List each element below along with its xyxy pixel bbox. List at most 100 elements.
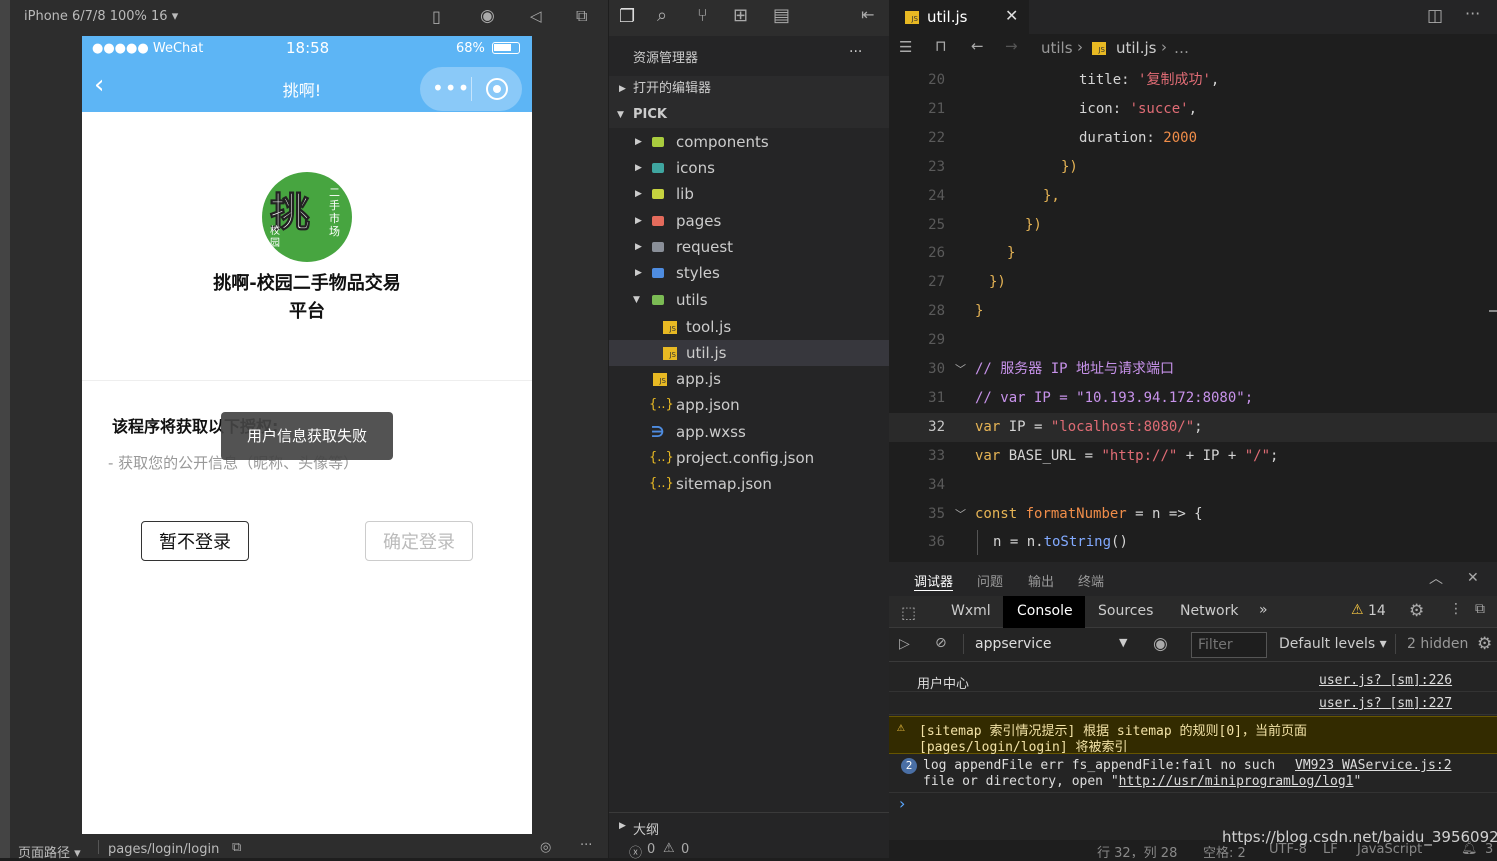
code-line[interactable]: 20 title: '复制成功', [889,66,1497,95]
console-prompt[interactable]: › [899,794,905,813]
code-line[interactable]: 32 var IP = "localhost:8080/"; [889,412,1497,442]
code-line[interactable]: 23}) [889,153,1497,182]
code-line[interactable]: 31 // var IP = "10.193.94.172:8080"; [889,384,1497,413]
cancel-login-button[interactable]: 暂不登录 [141,521,249,561]
tree-item-sitemap-json[interactable]: {..} sitemap.json [609,471,889,497]
tab-sources[interactable]: Sources [1098,603,1153,619]
record-icon[interactable]: ◉ [480,6,495,26]
code-line[interactable]: 22 duration: 2000 [889,124,1497,153]
confirm-login-button[interactable]: 确定登录 [365,521,473,561]
tab-console[interactable]: Console [1017,603,1073,619]
code-area[interactable]: 20 title: '复制成功', 21 icon: 'succe', 22 durati… [889,66,1497,562]
gear-icon[interactable]: ⚙ [1477,634,1492,654]
problems-status[interactable]: ⓧ 0 ⚠ 0 [609,840,889,861]
files-icon[interactable]: ❐ [619,6,635,27]
open-editors-header[interactable]: ▶ 打开的编辑器 [609,76,889,102]
more-icon[interactable]: ··· [580,838,592,853]
project-header[interactable]: ▼ PICK [609,102,889,128]
tab-wxml[interactable]: Wxml [951,603,991,619]
tree-item-app-wxss[interactable]: ∋ app.wxss [609,419,889,445]
extensions-icon[interactable]: ⊞ [733,5,748,26]
warning-count[interactable]: 14 [1368,603,1386,619]
tree-item-styles[interactable]: ▶ styles [609,260,889,286]
git-icon[interactable]: ⑂ [697,5,708,26]
fold-chevron-icon[interactable]: ﹀ [955,355,966,384]
tree-item-lib[interactable]: ▶ lib [609,181,889,207]
fold-chevron-icon[interactable]: ﹀ [955,500,966,529]
code-line[interactable]: 24}, [889,182,1497,211]
tree-item-pages[interactable]: ▶ pages [609,208,889,234]
chevron-down-icon: ▼ [617,110,624,120]
editor-tab[interactable]: JS util.js ✕ [889,0,1029,34]
gear-icon[interactable]: ⚙ [1409,601,1424,621]
code-line[interactable]: 28} [889,297,1497,326]
code-line[interactable]: 33 var BASE_URL = "http://" + IP + "/"; [889,442,1497,471]
code-line[interactable]: 21 icon: 'succe', [889,95,1497,124]
tree-item-icons[interactable]: ▶ icons [609,155,889,181]
log-path-link[interactable]: http://usr/miniprogramLog/log1 [1119,774,1354,789]
search-icon[interactable]: ⌕ [657,5,667,26]
context-select[interactable]: appservice [975,636,1052,652]
kebab-icon[interactable]: ⋮ [1449,601,1463,617]
code-line[interactable]: 27}) [889,268,1497,297]
tab-debugger[interactable]: 调试器 [914,571,954,591]
breadcrumb-folder[interactable]: utils [1041,39,1073,57]
tree-item-app-json[interactable]: {..} app.json [609,392,889,418]
chevron-up-icon[interactable]: ︿ [1429,568,1443,588]
close-icon[interactable]: ✕ [1467,570,1479,586]
close-mini-icon[interactable] [486,78,508,100]
outline-section[interactable]: ▶ 大纲 [609,812,889,840]
more-icon[interactable]: ••• [432,76,470,100]
breadcrumb-more[interactable]: … [1174,39,1189,57]
more-tabs[interactable]: » [1259,602,1268,618]
filter-input[interactable] [1191,632,1267,658]
popout-icon[interactable]: ⧉ [576,6,587,26]
undock-icon[interactable]: ⧉ [1475,601,1485,617]
bookmark-icon[interactable]: ⊓ [935,37,947,55]
more-icon[interactable]: ··· [1465,4,1480,23]
tree-item-utils[interactable]: ▼ utils [609,287,889,313]
tree-item-tool-js[interactable]: JS tool.js [609,314,889,340]
collapse-panel-icon[interactable]: ⇤ [861,5,874,24]
tab-problems[interactable]: 问题 [977,571,1003,590]
volume-icon[interactable]: ◁ [530,7,542,25]
code-line[interactable]: 34 [889,471,1497,500]
inspect-icon[interactable]: ⬚ [901,603,916,622]
code-line[interactable]: 26} [889,239,1497,268]
info-source-link[interactable]: VM923 WAService.js:2 [1295,758,1452,773]
list-icon[interactable]: ☰ [899,38,912,56]
code-line[interactable]: 30 ﹀ // 服务器 IP 地址与请求端口 [889,355,1497,384]
line-number: 27 [928,274,945,291]
log-source-link[interactable]: user.js? [sm]:226 [1319,673,1452,688]
device-selector[interactable]: iPhone 6/7/8 100% 16 ▾ [24,9,178,24]
tab-network[interactable]: Network [1180,603,1238,619]
tree-item-app-js[interactable]: JS app.js [609,366,889,392]
tab-terminal[interactable]: 终端 [1078,571,1104,590]
back-icon[interactable]: ← [971,37,984,55]
page-path-label[interactable]: 页面路径 ▾ [18,842,81,861]
log-source-link[interactable]: user.js? [sm]:227 [1319,696,1452,711]
phone-icon[interactable]: ▯ [432,7,441,26]
forward-icon[interactable]: → [1005,37,1018,55]
explorer-more-icon[interactable]: ··· [849,44,862,60]
tree-item-project-config-json[interactable]: {..} project.config.json [609,445,889,471]
tree-item-util-js[interactable]: JS util.js [609,340,889,366]
code-line[interactable]: 35 ﹀ const formatNumber = n => { [889,500,1497,529]
close-icon[interactable]: ✕ [1005,6,1018,25]
tree-item-components[interactable]: ▶ components [609,129,889,155]
sidebar-toggle-icon[interactable]: ▷ [899,636,910,652]
cloud-icon[interactable]: ▤ [773,5,790,26]
tab-output[interactable]: 输出 [1028,571,1054,590]
eye-icon[interactable]: ◉ [1153,634,1168,654]
cursor-position[interactable]: 行 32，列 28 [1097,842,1177,858]
levels-select[interactable]: Default levels ▾ [1279,636,1387,652]
tree-item-request[interactable]: ▶ request [609,234,889,260]
breadcrumb-file[interactable]: util.js [1116,39,1156,57]
split-editor-icon[interactable]: ◫ [1427,6,1443,26]
eye-icon[interactable]: ◎ [540,840,551,855]
code-line[interactable]: 25}) [889,211,1497,240]
code-line[interactable]: 36 n = n.toString() [889,528,1497,557]
clear-icon[interactable]: ⊘ [935,635,947,651]
code-line[interactable]: 29 [889,326,1497,355]
copy-icon[interactable]: ⧉ [232,840,241,855]
